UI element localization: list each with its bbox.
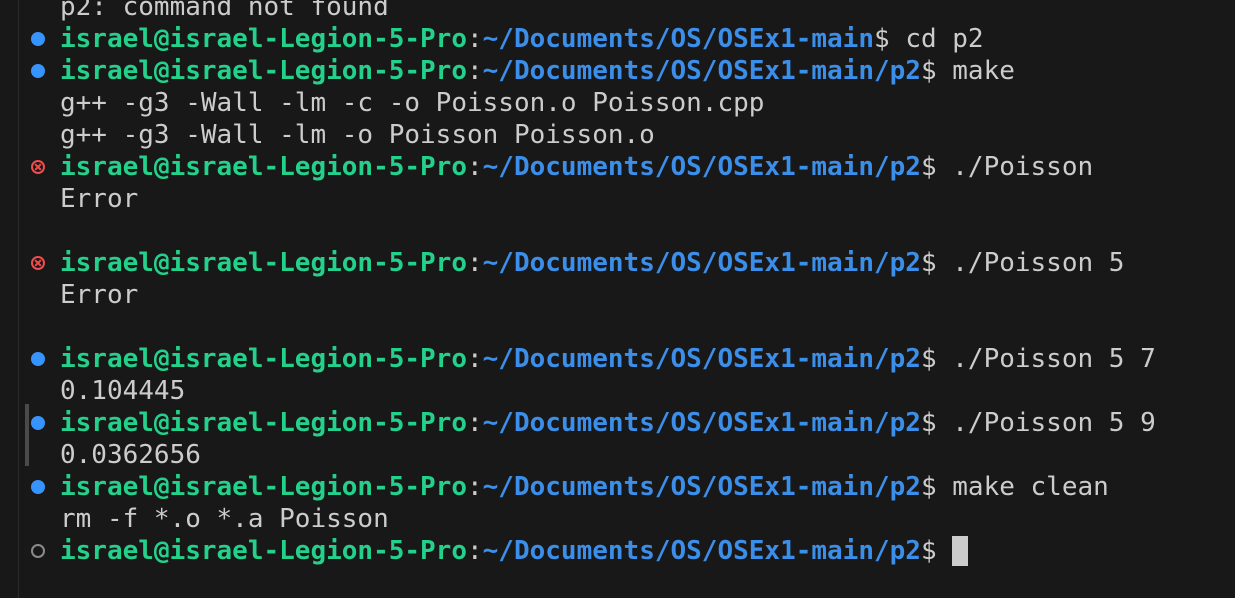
circle-filled-icon[interactable]: [31, 352, 45, 366]
prompt-separator: :: [467, 472, 483, 502]
command-text: ./Poisson 5 7: [952, 344, 1156, 374]
prompt-line: israel@israel-Legion-5-Pro:~/Documents/O…: [0, 247, 1235, 279]
prompt-path: ~/Documents/OS/OSEx1-main: [482, 24, 874, 54]
prompt-user-host: israel@israel-Legion-5-Pro: [60, 152, 467, 182]
prompt-symbol: $: [920, 536, 953, 566]
prompt-separator: :: [467, 24, 483, 54]
output-line: 0.104445: [60, 376, 186, 406]
terminal-output: p2: command not found israel@israel-Legio…: [0, 0, 1235, 567]
circle-x-icon[interactable]: [31, 256, 45, 270]
output-line: 0.0362656: [60, 440, 201, 470]
prompt-line: israel@israel-Legion-5-Pro:~/Documents/O…: [0, 471, 1235, 503]
circle-filled-icon[interactable]: [31, 416, 45, 430]
prompt-symbol: $: [920, 472, 953, 502]
circle-outline-icon[interactable]: [31, 544, 45, 558]
circle-filled-icon[interactable]: [31, 64, 45, 78]
output-line: Error: [60, 184, 139, 214]
prompt-user-host: israel@israel-Legion-5-Pro: [60, 56, 467, 86]
command-text: ./Poisson 5 9: [952, 408, 1156, 438]
prompt-path: ~/Documents/OS/OSEx1-main/p2: [482, 344, 921, 374]
circle-x-icon[interactable]: [31, 160, 45, 174]
prompt-line: israel@israel-Legion-5-Pro:~/Documents/O…: [0, 151, 1235, 183]
command-text: make clean: [952, 472, 1109, 502]
prompt-user-host: israel@israel-Legion-5-Pro: [60, 472, 467, 502]
output-line: rm -f *.o *.a Poisson: [60, 504, 389, 534]
terminal-panel[interactable]: p2: command not found israel@israel-Legio…: [0, 0, 1235, 598]
prompt-separator: :: [467, 536, 483, 566]
output-line: g++ -g3 -Wall -lm -o Poisson Poisson.o: [60, 120, 655, 150]
prompt-path: ~/Documents/OS/OSEx1-main/p2: [482, 56, 921, 86]
prompt-line: israel@israel-Legion-5-Pro:~/Documents/O…: [0, 535, 1235, 567]
prompt-separator: :: [467, 408, 483, 438]
prompt-separator: :: [467, 344, 483, 374]
prompt-symbol: $: [920, 248, 953, 278]
command-text: cd p2: [905, 24, 984, 54]
prompt-path: ~/Documents/OS/OSEx1-main/p2: [482, 408, 921, 438]
prompt-separator: :: [467, 152, 483, 182]
command-text: ./Poisson 5: [952, 248, 1125, 278]
prompt-separator: :: [467, 248, 483, 278]
output-line: g++ -g3 -Wall -lm -c -o Poisson.o Poisso…: [60, 88, 765, 118]
prompt-symbol: $: [874, 24, 906, 54]
prompt-path: ~/Documents/OS/OSEx1-main/p2: [482, 536, 921, 566]
prompt-path: ~/Documents/OS/OSEx1-main/p2: [482, 152, 921, 182]
circle-filled-icon[interactable]: [31, 480, 45, 494]
output-line: Error: [60, 280, 139, 310]
prompt-symbol: $: [920, 408, 953, 438]
prompt-symbol: $: [920, 56, 953, 86]
prompt-user-host: israel@israel-Legion-5-Pro: [60, 536, 467, 566]
output-line: p2: command not found: [60, 0, 389, 22]
command-text: ./Poisson: [952, 152, 1094, 182]
prompt-user-host: israel@israel-Legion-5-Pro: [60, 408, 467, 438]
prompt-line: israel@israel-Legion-5-Pro:~/Documents/O…: [0, 23, 1235, 55]
prompt-line: israel@israel-Legion-5-Pro:~/Documents/O…: [0, 343, 1235, 375]
prompt-symbol: $: [920, 152, 953, 182]
prompt-user-host: israel@israel-Legion-5-Pro: [60, 344, 467, 374]
circle-filled-icon[interactable]: [31, 32, 45, 46]
prompt-path: ~/Documents/OS/OSEx1-main/p2: [482, 248, 921, 278]
prompt-line: israel@israel-Legion-5-Pro:~/Documents/O…: [0, 407, 1235, 439]
command-text: make: [952, 56, 1015, 86]
prompt-symbol: $: [920, 344, 953, 374]
prompt-separator: :: [467, 56, 483, 86]
prompt-line: israel@israel-Legion-5-Pro:~/Documents/O…: [0, 55, 1235, 87]
prompt-user-host: israel@israel-Legion-5-Pro: [60, 248, 467, 278]
terminal-cursor[interactable]: [952, 536, 969, 566]
prompt-path: ~/Documents/OS/OSEx1-main/p2: [482, 472, 921, 502]
prompt-user-host: israel@israel-Legion-5-Pro: [60, 24, 467, 54]
